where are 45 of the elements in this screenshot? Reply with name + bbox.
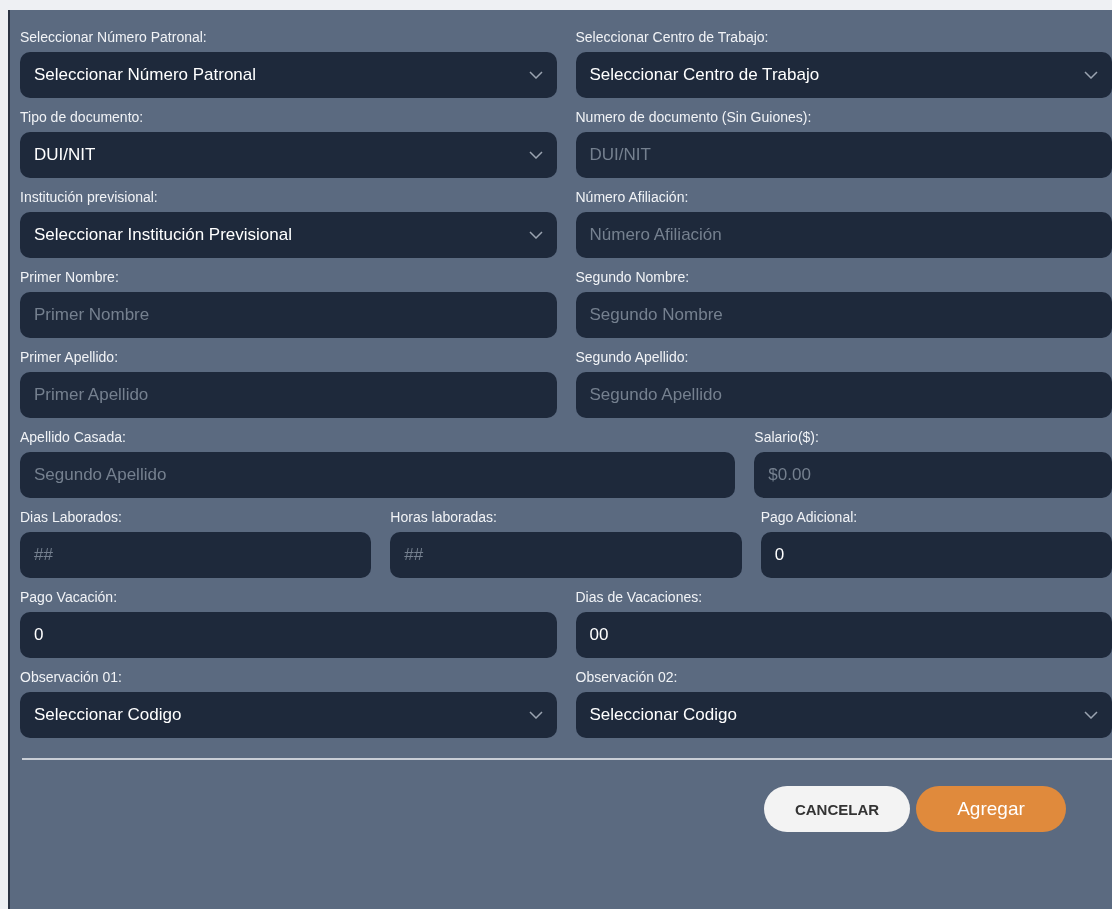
- input-field[interactable]: Segundo Nombre: [575, 292, 1112, 338]
- chevron-down-icon: [1084, 711, 1098, 719]
- field-label: Seleccionar Número Patronal:: [20, 28, 208, 46]
- field-label: Numero de documento (Sin Guiones):: [575, 108, 813, 126]
- input-field[interactable]: ##: [390, 532, 742, 578]
- field-label: Pago Vacación:: [20, 588, 119, 606]
- input-field[interactable]: 00: [575, 612, 1112, 658]
- field-label: Seleccionar Centro de Trabajo:: [575, 28, 770, 46]
- field-label: Tipo de documento:: [20, 108, 145, 126]
- field-label: Pago Adicional:: [760, 508, 859, 526]
- field-label: Segundo Nombre:: [575, 268, 691, 286]
- input-field[interactable]: DUI/NIT: [575, 132, 1112, 178]
- select-field[interactable]: Seleccionar Codigo: [20, 692, 557, 738]
- select-field[interactable]: Seleccionar Institución Previsional: [20, 212, 557, 258]
- input-field[interactable]: ##: [20, 532, 372, 578]
- input-field[interactable]: Primer Apellido: [20, 372, 557, 418]
- field-label: Observación 01:: [20, 668, 123, 686]
- chevron-down-icon: [528, 711, 543, 719]
- input-field[interactable]: Primer Nombre: [20, 292, 557, 338]
- field-label: Dias Laborados:: [20, 508, 123, 526]
- select-field[interactable]: Seleccionar Número Patronal: [20, 52, 557, 98]
- select-field[interactable]: Seleccionar Centro de Trabajo: [575, 52, 1112, 98]
- chevron-down-icon: [1084, 71, 1098, 79]
- input-field[interactable]: 0: [760, 532, 1112, 578]
- input-field[interactable]: $0.00: [754, 452, 1112, 498]
- field-label: Dias de Vacaciones:: [575, 588, 704, 606]
- field-label: Observación 02:: [575, 668, 679, 686]
- chevron-down-icon: [528, 151, 543, 159]
- chevron-down-icon: [528, 71, 543, 79]
- input-field[interactable]: Número Afiliación: [575, 212, 1112, 258]
- field-label: Segundo Apellido:: [575, 348, 690, 366]
- input-field[interactable]: Segundo Apellido: [575, 372, 1112, 418]
- field-label: Horas laboradas:: [390, 508, 498, 526]
- chevron-down-icon: [528, 231, 543, 239]
- field-label: Primer Nombre:: [20, 268, 120, 286]
- input-field[interactable]: 0: [20, 612, 557, 658]
- select-field[interactable]: Seleccionar Codigo: [575, 692, 1112, 738]
- field-label: Salario($):: [754, 428, 820, 446]
- field-label: Número Afiliación:: [575, 188, 690, 206]
- select-field[interactable]: DUI/NIT: [20, 132, 557, 178]
- field-label: Apellido Casada:: [20, 428, 127, 446]
- input-field[interactable]: Segundo Apellido: [20, 452, 736, 498]
- field-label: Primer Apellido:: [20, 348, 120, 366]
- cancel-button[interactable]: CANCELAR: [764, 786, 910, 832]
- field-label: Institución previsional:: [20, 188, 159, 206]
